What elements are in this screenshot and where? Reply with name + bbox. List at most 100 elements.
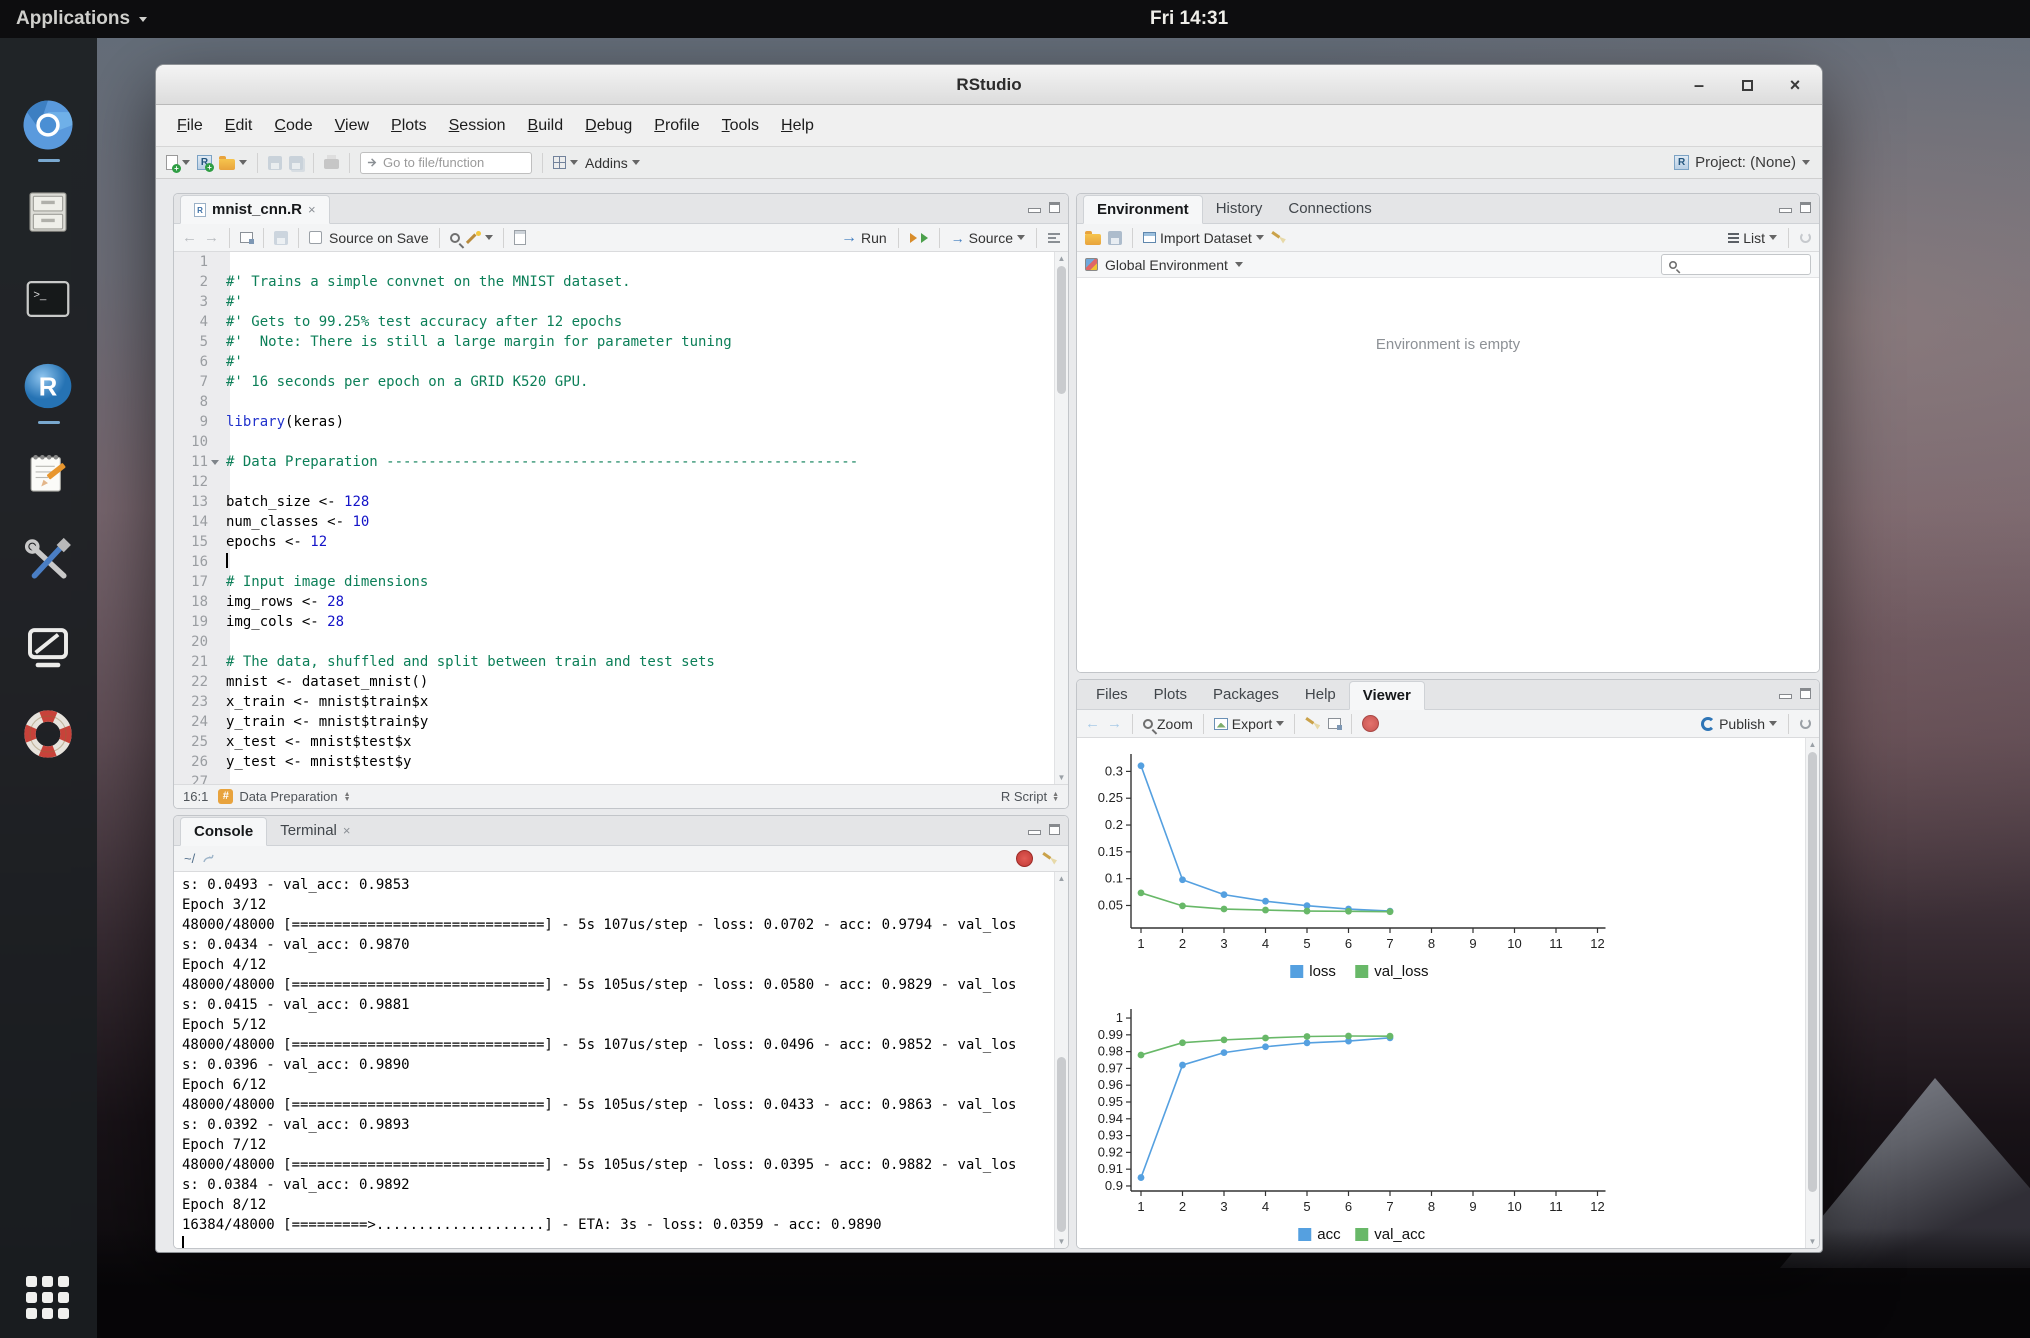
- code-line[interactable]: 20: [174, 632, 1054, 652]
- code-line[interactable]: 8: [174, 392, 1054, 412]
- export-button[interactable]: Export: [1214, 716, 1284, 732]
- load-workspace-icon[interactable]: [1085, 234, 1101, 245]
- tab-viewer[interactable]: Viewer: [1349, 681, 1425, 710]
- menu-build[interactable]: Build: [517, 105, 575, 147]
- code-line[interactable]: 15epochs <- 12: [174, 532, 1054, 552]
- editor-scrollbar[interactable]: ▲ ▼: [1054, 252, 1068, 784]
- close-tab-icon[interactable]: ×: [308, 195, 316, 224]
- save-button[interactable]: [268, 156, 282, 170]
- rerun-button[interactable]: [910, 233, 928, 243]
- code-line[interactable]: 4#' Gets to 99.25% test accuracy after 1…: [174, 312, 1054, 332]
- dock-item-display[interactable]: [18, 617, 78, 677]
- clear-environment-icon[interactable]: [1271, 230, 1287, 246]
- maximize-pane-icon[interactable]: [1049, 824, 1060, 835]
- title-bar[interactable]: RStudio – ×: [156, 65, 1822, 105]
- refresh-icon[interactable]: [1800, 232, 1811, 243]
- code-line[interactable]: 27: [174, 772, 1054, 784]
- tab-mnist-cnn[interactable]: R mnist_cnn.R ×: [180, 195, 330, 224]
- fold-icon[interactable]: [211, 460, 219, 465]
- dock-item-file-manager[interactable]: [18, 182, 78, 242]
- publish-button[interactable]: Publish: [1701, 716, 1777, 732]
- tab-packages[interactable]: Packages: [1200, 680, 1292, 709]
- new-file-button[interactable]: +: [166, 155, 190, 170]
- menu-view[interactable]: View: [324, 105, 380, 147]
- close-button[interactable]: ×: [1786, 75, 1804, 96]
- code-line[interactable]: 22mnist <- dataset_mnist(): [174, 672, 1054, 692]
- menu-profile[interactable]: Profile: [643, 105, 710, 147]
- tab-history[interactable]: History: [1203, 194, 1276, 223]
- minimize-pane-icon[interactable]: [1779, 694, 1792, 699]
- code-editor[interactable]: 12#' Trains a simple convnet on the MNIS…: [174, 252, 1054, 784]
- code-line[interactable]: 3#': [174, 292, 1054, 312]
- code-line[interactable]: 14num_classes <- 10: [174, 512, 1054, 532]
- save-all-button[interactable]: [289, 156, 303, 170]
- compile-report-icon[interactable]: [514, 230, 526, 245]
- code-line[interactable]: 16: [174, 552, 1054, 572]
- close-tab-icon[interactable]: ×: [343, 816, 351, 845]
- dock-item-terminal[interactable]: >_: [18, 269, 78, 329]
- import-dataset-button[interactable]: Import Dataset: [1143, 230, 1264, 246]
- tab-console[interactable]: Console: [180, 817, 267, 846]
- popout-icon[interactable]: [240, 232, 253, 243]
- code-line[interactable]: 1: [174, 252, 1054, 272]
- dock-item-tools[interactable]: [18, 530, 78, 590]
- refresh-icon[interactable]: [1800, 718, 1811, 729]
- tab-terminal[interactable]: Terminal ×: [267, 816, 363, 845]
- clock[interactable]: Fri 14:31: [1150, 0, 1228, 38]
- zoom-button[interactable]: Zoom: [1143, 716, 1193, 732]
- show-applications-button[interactable]: [26, 1276, 70, 1320]
- goto-directory-icon[interactable]: [203, 854, 215, 864]
- document-outline-icon[interactable]: [1048, 231, 1060, 245]
- maximize-pane-icon[interactable]: [1800, 202, 1811, 213]
- maximize-pane-icon[interactable]: [1049, 202, 1060, 213]
- open-file-button[interactable]: [219, 156, 247, 170]
- menu-code[interactable]: Code: [263, 105, 323, 147]
- new-project-button[interactable]: R+: [197, 155, 212, 170]
- maximize-button[interactable]: [1738, 75, 1756, 96]
- doc-type-selector[interactable]: R Script ▲▼: [1001, 789, 1059, 804]
- tab-files[interactable]: Files: [1083, 680, 1141, 709]
- forward-icon[interactable]: →: [1107, 715, 1122, 732]
- code-line[interactable]: 19img_cols <- 28: [174, 612, 1054, 632]
- goto-file-search[interactable]: [360, 152, 532, 174]
- scrollbar-thumb[interactable]: [1057, 1057, 1066, 1232]
- stop-icon[interactable]: [1016, 850, 1033, 867]
- minimize-pane-icon[interactable]: [1779, 208, 1792, 213]
- addins-button[interactable]: Addins: [585, 155, 640, 171]
- chevron-down-icon[interactable]: [1235, 262, 1243, 267]
- code-line[interactable]: 6#': [174, 352, 1054, 372]
- minimize-pane-icon[interactable]: [1028, 830, 1041, 835]
- source-on-save-checkbox[interactable]: [309, 231, 322, 244]
- working-directory[interactable]: ~/: [184, 851, 195, 866]
- panes-layout-button[interactable]: [553, 156, 578, 169]
- environment-search[interactable]: [1661, 254, 1811, 275]
- code-line[interactable]: 17# Input image dimensions: [174, 572, 1054, 592]
- code-line[interactable]: 25x_test <- mnist$test$x: [174, 732, 1054, 752]
- maximize-pane-icon[interactable]: [1800, 688, 1811, 699]
- run-button[interactable]: →Run: [841, 229, 887, 247]
- viewer-scrollbar[interactable]: ▲ ▼: [1805, 738, 1819, 1248]
- dock-item-text-editor[interactable]: [18, 443, 78, 503]
- source-button[interactable]: →Source: [951, 230, 1025, 246]
- menu-debug[interactable]: Debug: [574, 105, 643, 147]
- menu-plots[interactable]: Plots: [380, 105, 438, 147]
- global-environment-selector[interactable]: Global Environment: [1105, 257, 1228, 273]
- tab-help[interactable]: Help: [1292, 680, 1349, 709]
- code-line[interactable]: 12: [174, 472, 1054, 492]
- dock-item-chromium[interactable]: [18, 95, 78, 155]
- code-line[interactable]: 2#' Trains a simple convnet on the MNIST…: [174, 272, 1054, 292]
- code-tools-button[interactable]: [467, 231, 493, 245]
- dock-item-rstudio[interactable]: R: [18, 356, 78, 416]
- code-line[interactable]: 5#' Note: There is still a large margin …: [174, 332, 1054, 352]
- scrollbar-thumb[interactable]: [1808, 752, 1817, 1192]
- clear-console-icon[interactable]: [1042, 851, 1058, 867]
- menu-tools[interactable]: Tools: [711, 105, 770, 147]
- code-line[interactable]: 13batch_size <- 128: [174, 492, 1054, 512]
- applications-menu[interactable]: Applications: [0, 0, 163, 38]
- find-replace-icon[interactable]: [450, 233, 460, 243]
- code-line[interactable]: 26y_test <- mnist$test$y: [174, 752, 1054, 772]
- tab-connections[interactable]: Connections: [1275, 194, 1384, 223]
- code-line[interactable]: 23x_train <- mnist$train$x: [174, 692, 1054, 712]
- menu-help[interactable]: Help: [770, 105, 825, 147]
- goto-file-input[interactable]: [383, 155, 513, 170]
